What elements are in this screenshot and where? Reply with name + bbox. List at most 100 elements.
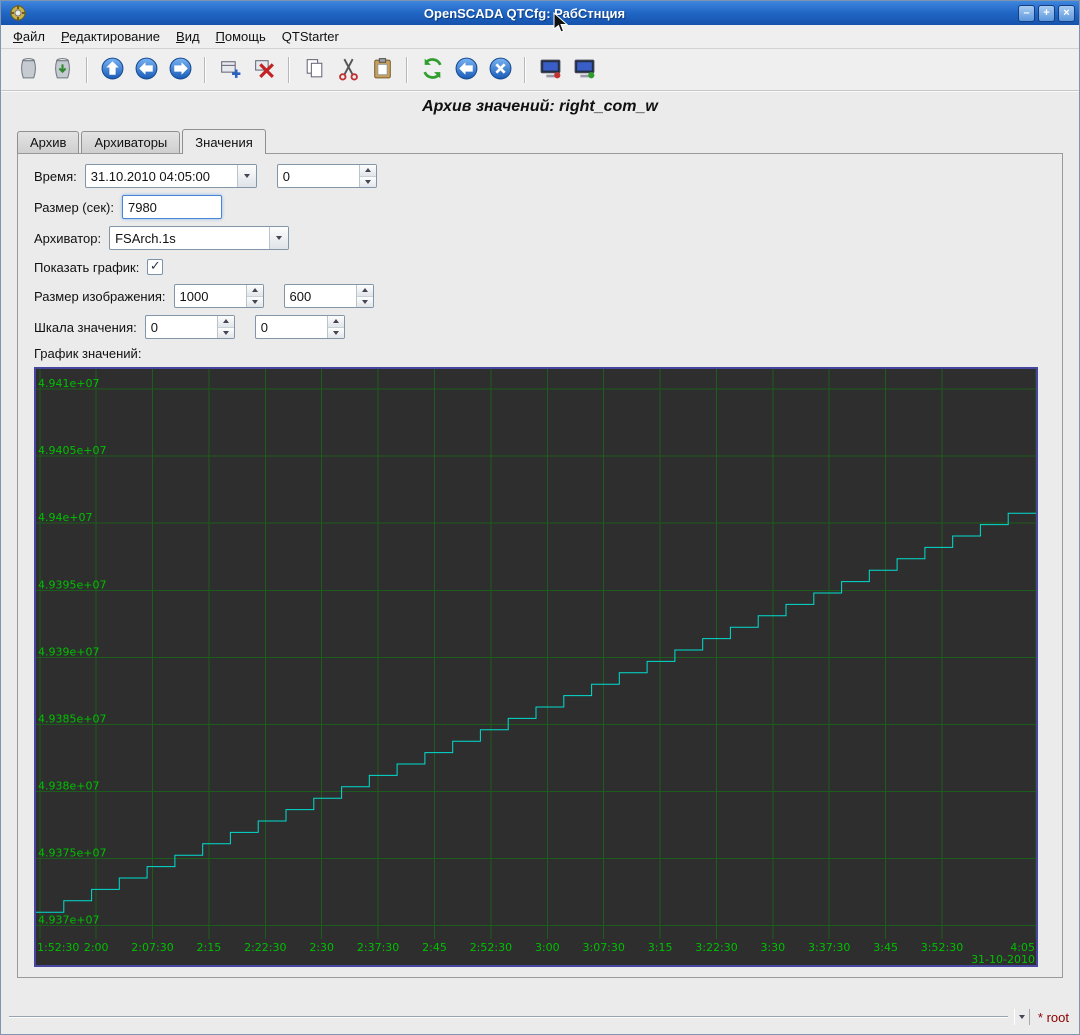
toolbar: [1, 49, 1079, 91]
show-graph-checkbox[interactable]: [147, 259, 163, 275]
show-graph-label: Показать график:: [34, 260, 139, 275]
start-button[interactable]: [449, 53, 483, 87]
time-usec-spinbox[interactable]: 0: [277, 164, 377, 188]
x-tick-label: 2:22:30: [244, 941, 286, 954]
remote-host-button[interactable]: [533, 53, 567, 87]
x-tick-label: 3:52:30: [921, 941, 963, 954]
spin-up-icon[interactable]: [247, 285, 263, 297]
menubar: Файл Редактирование Вид Помощь QTStarter: [1, 25, 1079, 49]
spin-up-icon[interactable]: [357, 285, 373, 297]
window-title: OpenSCADA QTCfg: РабСтнция: [31, 6, 1018, 21]
maximize-button[interactable]: +: [1038, 5, 1055, 22]
y-tick-label: 4.94e+07: [38, 511, 92, 524]
current-user: * root: [1038, 1010, 1069, 1025]
spin-down-icon[interactable]: [357, 297, 373, 308]
page-title: Архив значений: right_com_w: [1, 98, 1079, 120]
tab-values[interactable]: Значения: [182, 129, 265, 154]
app-icon: [9, 4, 27, 22]
toolbar-separator: [86, 57, 88, 83]
forward-arrow-icon: [168, 56, 193, 84]
spin-up-icon[interactable]: [360, 165, 376, 177]
nav-forward-button[interactable]: [163, 53, 197, 87]
x-tick-label: 2:00: [84, 941, 109, 954]
scale-max-spinbox[interactable]: 0: [255, 315, 345, 339]
db-load-icon: [16, 56, 41, 84]
spin-down-icon[interactable]: [360, 177, 376, 188]
nav-back-button[interactable]: [129, 53, 163, 87]
archiver-dropdown-icon[interactable]: [269, 227, 288, 249]
spin-down-icon[interactable]: [328, 328, 344, 339]
spin-down-icon[interactable]: [218, 328, 234, 339]
item-delete-button[interactable]: [247, 53, 281, 87]
x-tick-label: 2:45: [422, 941, 447, 954]
show-graph-row: Показать график:: [34, 257, 1046, 277]
time-usec-value: 0: [278, 169, 359, 184]
time-combobox[interactable]: 31.10.2010 04:05:00: [85, 164, 257, 188]
stop-icon: [488, 56, 513, 84]
minimize-button[interactable]: –: [1018, 5, 1035, 22]
x-tick-label: 2:07:30: [131, 941, 173, 954]
scale-row: Шкала значения: 0 0: [34, 315, 1046, 339]
item-add-icon: [218, 56, 243, 84]
nav-up-button[interactable]: [95, 53, 129, 87]
x-tick-label: 3:15: [648, 941, 673, 954]
x-tick-label: 3:00: [535, 941, 560, 954]
image-width-value: 1000: [175, 289, 246, 304]
scale-min-spinbox[interactable]: 0: [145, 315, 235, 339]
x-tick-label: 3:22:30: [695, 941, 737, 954]
size-row: Размер (сек): 7980: [34, 195, 1046, 219]
time-row: Время: 31.10.2010 04:05:00 0: [34, 164, 1046, 188]
x-tick-label: 3:07:30: [582, 941, 624, 954]
image-size-label: Размер изображения:: [34, 289, 166, 304]
x-tick-label: 2:37:30: [357, 941, 399, 954]
cut-button[interactable]: [331, 53, 365, 87]
copy-button[interactable]: [297, 53, 331, 87]
tab-archive[interactable]: Архив: [17, 131, 79, 153]
tab-archivers[interactable]: Архиваторы: [81, 131, 180, 153]
user-dropdown-icon[interactable]: [1014, 1009, 1030, 1025]
spin-up-icon[interactable]: [218, 316, 234, 328]
menu-file[interactable]: Файл: [5, 26, 53, 47]
archiver-combobox[interactable]: FSArch.1s: [109, 226, 289, 250]
image-width-spinbox[interactable]: 1000: [174, 284, 264, 308]
x-date-label: 31-10-2010: [971, 953, 1035, 965]
menu-view[interactable]: Вид: [168, 26, 208, 47]
size-input[interactable]: 7980: [122, 195, 222, 219]
paste-button[interactable]: [365, 53, 399, 87]
y-tick-label: 4.938e+07: [38, 780, 99, 793]
spin-down-icon[interactable]: [247, 297, 263, 308]
graph-label: График значений:: [34, 346, 1046, 363]
refresh-button[interactable]: [415, 53, 449, 87]
close-button[interactable]: ×: [1058, 5, 1075, 22]
db-save-button[interactable]: [45, 53, 79, 87]
x-tick-label: 2:30: [309, 941, 334, 954]
titlebar[interactable]: OpenSCADA QTCfg: РабСтнция – + ×: [1, 1, 1079, 25]
stop-button[interactable]: [483, 53, 517, 87]
paste-icon: [370, 56, 395, 84]
remote-host-config-icon: [572, 56, 597, 84]
content-area: Архив значений: right_com_w Архив Архива…: [1, 91, 1079, 1034]
x-tick-label: 2:52:30: [470, 941, 512, 954]
toolbar-separator: [524, 57, 526, 83]
image-height-spinbox[interactable]: 600: [284, 284, 374, 308]
statusbar: * root: [1, 1004, 1079, 1030]
menu-edit[interactable]: Редактирование: [53, 26, 168, 47]
time-dropdown-icon[interactable]: [237, 165, 256, 187]
x-tick-label: 3:37:30: [808, 941, 850, 954]
archiver-value: FSArch.1s: [110, 231, 269, 246]
spin-up-icon[interactable]: [328, 316, 344, 328]
db-load-button[interactable]: [11, 53, 45, 87]
x-tick-label: 3:30: [760, 941, 785, 954]
y-tick-label: 4.941e+07: [38, 377, 99, 390]
y-tick-label: 4.939e+07: [38, 645, 99, 658]
menu-help[interactable]: Помощь: [208, 26, 274, 47]
values-trend-chart: 4.941e+074.9405e+074.94e+074.9395e+074.9…: [34, 367, 1038, 967]
statusbar-groove: [9, 1016, 1008, 1018]
menu-qtstarter[interactable]: QTStarter: [274, 26, 347, 47]
item-add-button[interactable]: [213, 53, 247, 87]
y-tick-label: 4.9375e+07: [38, 847, 106, 860]
copy-icon: [302, 56, 327, 84]
image-size-row: Размер изображения: 1000 600: [34, 284, 1046, 308]
remote-host-config-button[interactable]: [567, 53, 601, 87]
toolbar-separator: [406, 57, 408, 83]
